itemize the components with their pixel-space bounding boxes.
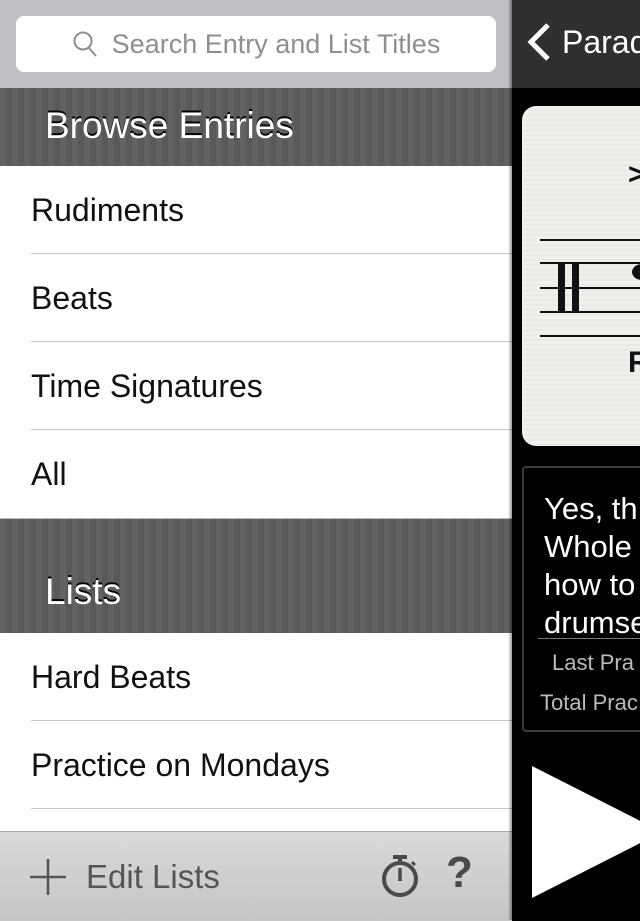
list-item-label: Beats <box>31 280 113 316</box>
staff-line <box>540 262 640 264</box>
browse-entries-title: Browse Entries <box>45 105 294 146</box>
staff-line <box>540 311 640 313</box>
plus-icon <box>30 859 66 895</box>
staff-line <box>540 239 640 241</box>
browse-item-all[interactable]: All <box>0 430 512 518</box>
list-item-hard-beats[interactable]: Hard Beats <box>0 633 512 721</box>
list-item-practice-on-mondays[interactable]: Practice on Mondays <box>0 721 512 809</box>
play-icon <box>532 766 640 898</box>
play-button[interactable] <box>532 766 640 903</box>
stopwatch-icon <box>382 855 418 897</box>
stopwatch-button[interactable] <box>380 854 420 903</box>
description-line: Whole <box>544 529 632 564</box>
browse-entries-header: Browse Entries <box>0 88 512 166</box>
browse-item-rudiments[interactable]: Rudiments <box>0 166 512 254</box>
percussion-clef <box>572 262 579 313</box>
browse-item-beats[interactable]: Beats <box>0 254 512 342</box>
list-item-label: Time Signatures <box>31 368 263 404</box>
chevron-left-icon <box>527 23 550 61</box>
note-head <box>632 264 640 280</box>
help-button[interactable]: ? <box>446 848 473 898</box>
search-placeholder: Search Entry and List Titles <box>111 28 441 59</box>
staff-line <box>540 287 640 289</box>
last-practiced-label: Last Pra <box>552 650 634 675</box>
back-button[interactable]: Parad <box>526 22 640 62</box>
lists-header: Lists <box>0 518 512 634</box>
sidebar: Search Entry and List Titles Browse Entr… <box>0 0 512 921</box>
lists-title: Lists <box>45 571 122 612</box>
bottom-toolbar: Edit Lists ? <box>0 831 512 921</box>
total-practiced-label: Total Prac <box>540 690 638 715</box>
edit-lists-button[interactable]: Edit Lists <box>30 858 220 896</box>
description-text: Yes, th Whole how to drumse <box>544 490 640 642</box>
edit-lists-label: Edit Lists <box>86 858 220 895</box>
description-line: Yes, th <box>544 491 638 526</box>
back-label: Parad <box>562 23 640 60</box>
notation-sheet[interactable]: > R <box>522 106 640 446</box>
divider <box>538 638 640 639</box>
description-line: how to <box>544 567 636 602</box>
detail-navbar: Parad <box>512 0 640 88</box>
list-item-label: Practice on Mondays <box>31 747 330 783</box>
list-item-label: Hard Beats <box>31 659 192 695</box>
sticking-label: R <box>628 346 640 379</box>
search-bar: Search Entry and List Titles <box>0 0 512 88</box>
detail-panel: Parad > R Yes, th Whole how to drumse La… <box>512 0 640 920</box>
staff-line <box>540 335 640 337</box>
percussion-clef <box>558 262 565 313</box>
description-line: drumse <box>544 605 640 640</box>
accent-mark: > <box>628 158 640 191</box>
search-input[interactable]: Search Entry and List Titles <box>16 16 496 72</box>
search-icon <box>73 31 97 57</box>
divider <box>31 808 512 809</box>
list-item-label: Rudiments <box>31 192 184 228</box>
description-box: Yes, th Whole how to drumse Last Pra Tot… <box>522 466 640 732</box>
list-item-label: All <box>31 456 67 492</box>
browse-item-time-signatures[interactable]: Time Signatures <box>0 342 512 430</box>
